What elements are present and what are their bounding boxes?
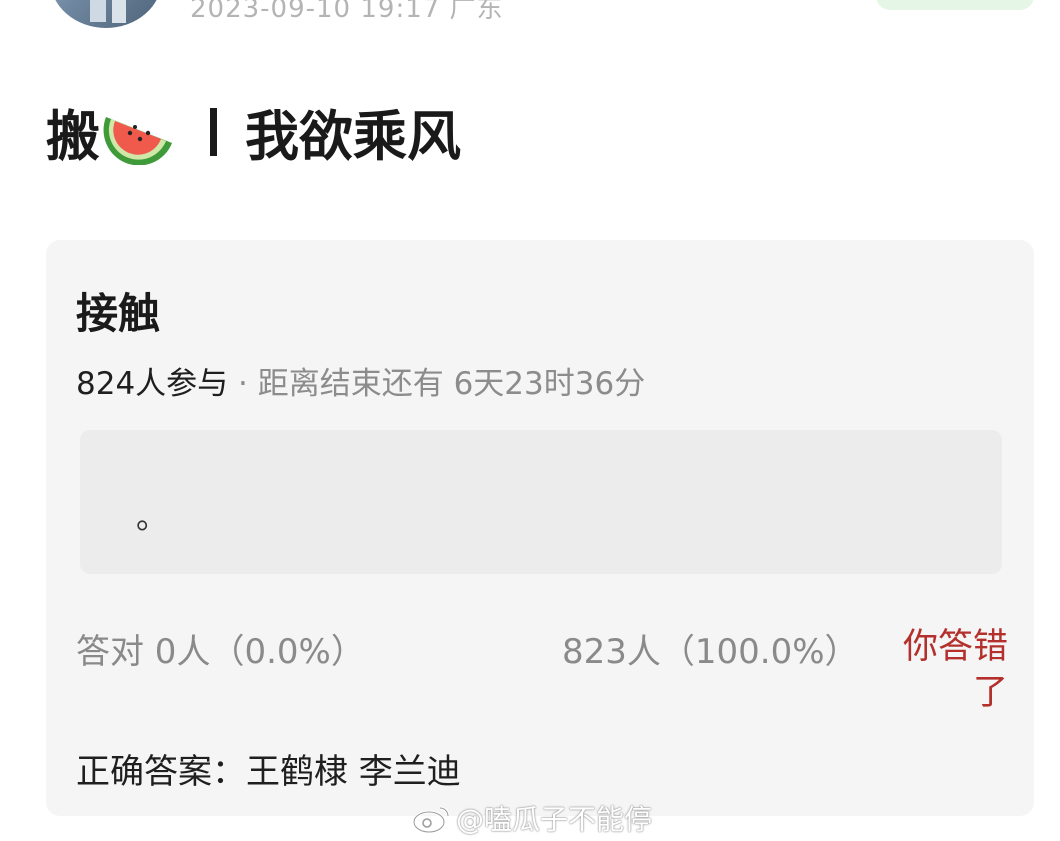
- countdown-text: · 距离结束还有 6天23时36分: [228, 366, 646, 402]
- post-title: 搬 我欲乘风: [46, 92, 461, 171]
- participants-count: 824人参与: [76, 366, 229, 402]
- title-separator: [210, 107, 217, 156]
- watermark: @嗑瓜子不能停: [412, 798, 652, 838]
- other-stat: 823人（100.0%）: [562, 632, 859, 672]
- result-label: 你答错了: [902, 627, 1008, 713]
- avatar-building: [112, 0, 126, 23]
- answer-text: 。: [136, 498, 169, 536]
- quiz-info: 824人参与 · 距离结束还有 6天23时36分: [76, 358, 645, 403]
- quiz-question: 接触: [76, 289, 161, 338]
- correct-answer: 正确答案：王鹤棣 李兰迪: [76, 752, 461, 792]
- follow-button[interactable]: [876, 0, 1034, 10]
- avatar-building: [90, 0, 106, 22]
- avatar[interactable]: [50, 0, 162, 28]
- quiz-card: 接触 824人参与 · 距离结束还有 6天23时36分 。 答对 0人（0.0%…: [46, 240, 1034, 816]
- correct-stat: 答对 0人（0.0%）: [76, 632, 365, 672]
- watermark-text: @嗑瓜子不能停: [456, 803, 653, 836]
- title-prefix: 搬: [46, 105, 100, 168]
- post-meta: 2023-09-10 19:17 广东: [190, 0, 504, 24]
- watermelon-icon: [102, 99, 176, 165]
- title-main: 我欲乘风: [245, 105, 461, 168]
- answer-box: 。: [80, 430, 1002, 574]
- weibo-logo-icon: [412, 803, 452, 834]
